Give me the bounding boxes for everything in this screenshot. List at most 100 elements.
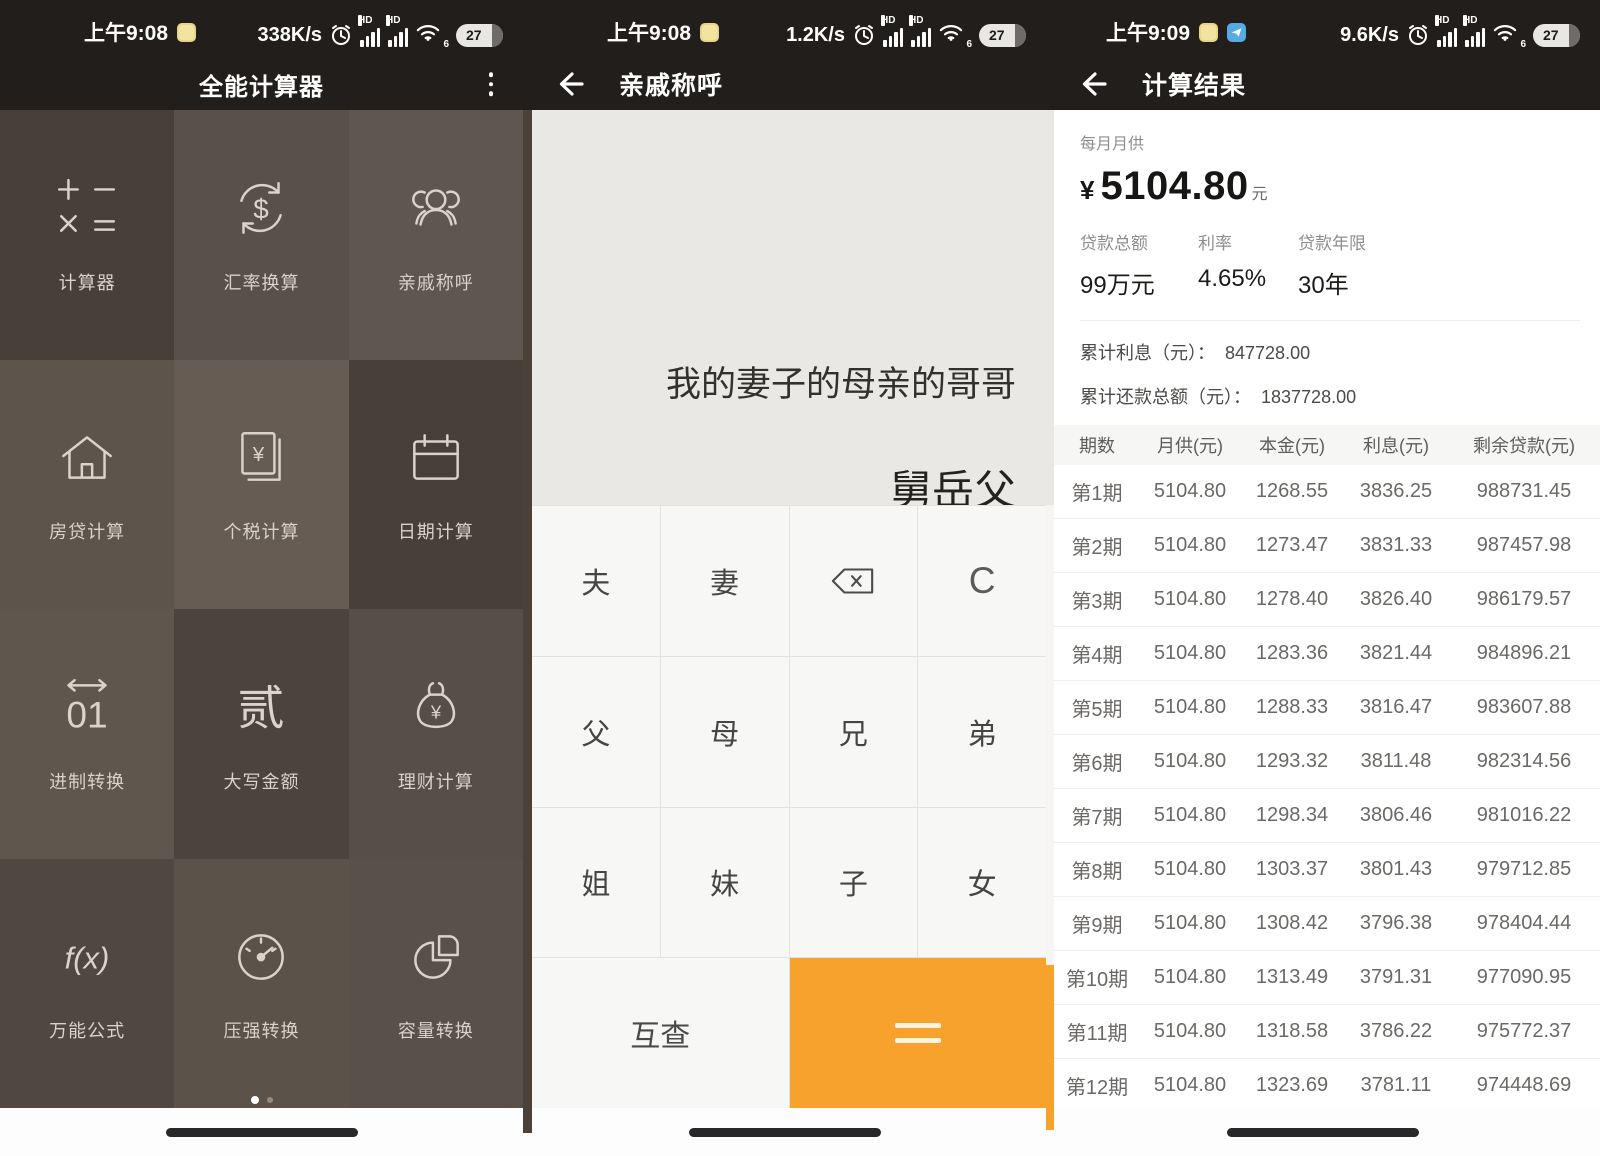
equals-icon: [895, 1038, 941, 1043]
table-cell: 5104.80: [1140, 534, 1240, 557]
table-cell: 974448.69: [1448, 1074, 1600, 1097]
tile-income-tax[interactable]: ¥ 个税计算: [174, 360, 348, 610]
uppercase-amount-icon: 贰: [228, 674, 294, 740]
tile-mortgage-calc[interactable]: 房贷计算: [0, 360, 174, 610]
battery-percent: 27: [989, 27, 1005, 43]
table-row: 第12期5104.801323.693781.11974448.69: [1054, 1059, 1600, 1113]
key-son[interactable]: 子: [790, 808, 918, 958]
loan-total-value: 99万元: [1080, 265, 1198, 300]
relation-display: 我的妻子的母亲的哥哥 舅岳父: [532, 110, 1046, 505]
mortgage-header: 上午9:09 9.6K/s HD HD 6 27 计算结果: [1046, 0, 1600, 110]
key-elder-sister[interactable]: 姐: [532, 808, 660, 958]
table-cell: 第6期: [1054, 747, 1140, 776]
key-younger-sister[interactable]: 妹: [661, 808, 789, 958]
table-cell: 3821.44: [1344, 642, 1448, 665]
table-cell: 5104.80: [1140, 912, 1240, 935]
table-cell: 3791.31: [1344, 966, 1448, 989]
table-cell: 第1期: [1054, 477, 1140, 506]
table-cell: 981016.22: [1448, 804, 1600, 827]
col-header-interest: 利息(元): [1344, 432, 1448, 458]
key-wife[interactable]: 妻: [661, 506, 789, 656]
wifi-icon: 6: [416, 22, 448, 47]
key-elder-brother[interactable]: 兄: [790, 657, 918, 807]
key-younger-brother[interactable]: 弟: [918, 657, 1046, 807]
table-cell: 1298.34: [1240, 804, 1344, 827]
tile-pressure-conversion[interactable]: 压强转换: [174, 859, 348, 1109]
key-mutual-lookup[interactable]: 互查: [532, 958, 789, 1108]
tile-label: 汇率换算: [223, 269, 299, 295]
home-header: 上午9:08 338K/s HD HD 6 27 全能计算器: [0, 0, 523, 110]
key-backspace[interactable]: [790, 506, 918, 656]
tile-currency-exchange[interactable]: $ 汇率换算: [174, 110, 348, 360]
notification-app-icon: [1199, 23, 1218, 42]
key-mother[interactable]: 母: [661, 657, 789, 807]
tile-label: 个税计算: [223, 518, 299, 544]
relation-input-text: 我的妻子的母亲的哥哥: [666, 356, 1016, 407]
key-daughter[interactable]: 女: [918, 808, 1046, 958]
table-cell: 982314.56: [1448, 750, 1600, 773]
table-cell: 第5期: [1054, 693, 1140, 722]
table-cell: 975772.37: [1448, 1020, 1600, 1043]
key-husband[interactable]: 夫: [532, 506, 660, 656]
home-indicator[interactable]: [166, 1128, 358, 1137]
status-bar: 上午9:08 1.2K/s HD HD 6 27: [523, 0, 1046, 58]
page-dot-active: [251, 1096, 259, 1104]
home-indicator[interactable]: [689, 1128, 881, 1137]
table-cell: 5104.80: [1140, 588, 1240, 611]
tile-capacity-conversion[interactable]: 容量转换: [349, 859, 523, 1109]
page-title: 亲戚称呼: [619, 66, 723, 102]
back-button[interactable]: [553, 67, 587, 101]
svg-text:贰: 贰: [238, 682, 285, 735]
table-cell: 979712.85: [1448, 858, 1600, 881]
more-menu-button[interactable]: [485, 68, 498, 100]
table-cell: 987457.98: [1448, 534, 1600, 557]
table-cell: 3806.46: [1344, 804, 1448, 827]
svg-text:¥: ¥: [430, 701, 442, 722]
table-row: 第1期5104.801268.553836.25988731.45: [1054, 465, 1600, 519]
table-cell: 5104.80: [1140, 1020, 1240, 1043]
home-screen: 上午9:08 338K/s HD HD 6 27 全能计算器: [0, 0, 523, 1156]
table-row: 第4期5104.801283.363821.44984896.21: [1054, 627, 1600, 681]
tile-relative-titles[interactable]: 亲戚称呼: [349, 110, 523, 360]
key-clear[interactable]: C: [918, 506, 1046, 656]
table-row: 第11期5104.801318.583786.22975772.37: [1054, 1005, 1600, 1059]
table-cell: 1313.49: [1240, 966, 1344, 989]
table-cell: 第4期: [1054, 639, 1140, 668]
term-label: 贷款年限: [1298, 229, 1366, 254]
table-cell: 1293.32: [1240, 750, 1344, 773]
table-cell: 1318.58: [1240, 1020, 1344, 1043]
tile-label: 理财计算: [398, 768, 474, 794]
table-row: 第6期5104.801293.323811.48982314.56: [1054, 735, 1600, 789]
table-cell: 第8期: [1054, 855, 1140, 884]
mortgage-result-screen: 上午9:09 9.6K/s HD HD 6 27 计算结果: [1046, 0, 1600, 1156]
relative-titles-screen: 上午9:08 1.2K/s HD HD 6 27 亲戚称呼 我的妻子的母亲的哥哥: [523, 0, 1046, 1156]
tile-calculator[interactable]: 计算器: [0, 110, 174, 360]
table-cell: 983607.88: [1448, 696, 1600, 719]
stitched-screenshots: 上午9:08 338K/s HD HD 6 27 全能计算器: [0, 0, 1600, 1156]
tile-date-calc[interactable]: 日期计算: [349, 360, 523, 610]
alarm-icon: [1407, 23, 1429, 47]
loan-params: 贷款总额 99万元 利率 4.65% 贷款年限 30年: [1080, 229, 1580, 300]
table-body[interactable]: 第1期5104.801268.553836.25988731.45第2期5104…: [1054, 465, 1600, 1156]
table-cell: 1288.33: [1240, 696, 1344, 719]
table-cell: 1283.36: [1240, 642, 1344, 665]
home-indicator[interactable]: [1227, 1128, 1419, 1137]
wifi-band-badge: 6: [966, 39, 972, 50]
key-father[interactable]: 父: [532, 657, 660, 807]
table-cell: 5104.80: [1140, 804, 1240, 827]
tile-finance-calc[interactable]: ¥ 理财计算: [349, 609, 523, 859]
table-row: 第3期5104.801278.403826.40986179.57: [1054, 573, 1600, 627]
rate-label: 利率: [1198, 229, 1298, 254]
table-cell: 5104.80: [1140, 858, 1240, 881]
capacity-pie-icon: [403, 923, 469, 989]
table-cell: 3796.38: [1344, 912, 1448, 935]
signal-sim1-icon: HD: [1437, 18, 1457, 47]
gesture-nav-strip: [1046, 1108, 1600, 1156]
page-dot-inactive: [267, 1097, 273, 1103]
tile-base-conversion[interactable]: 01 进制转换: [0, 609, 174, 859]
table-cell: 3831.33: [1344, 534, 1448, 557]
tile-universal-formula[interactable]: f(x) 万能公式: [0, 859, 174, 1109]
back-button[interactable]: [1076, 67, 1110, 101]
tile-uppercase-amount[interactable]: 贰 大写金额: [174, 609, 348, 859]
key-equals[interactable]: [790, 958, 1047, 1108]
